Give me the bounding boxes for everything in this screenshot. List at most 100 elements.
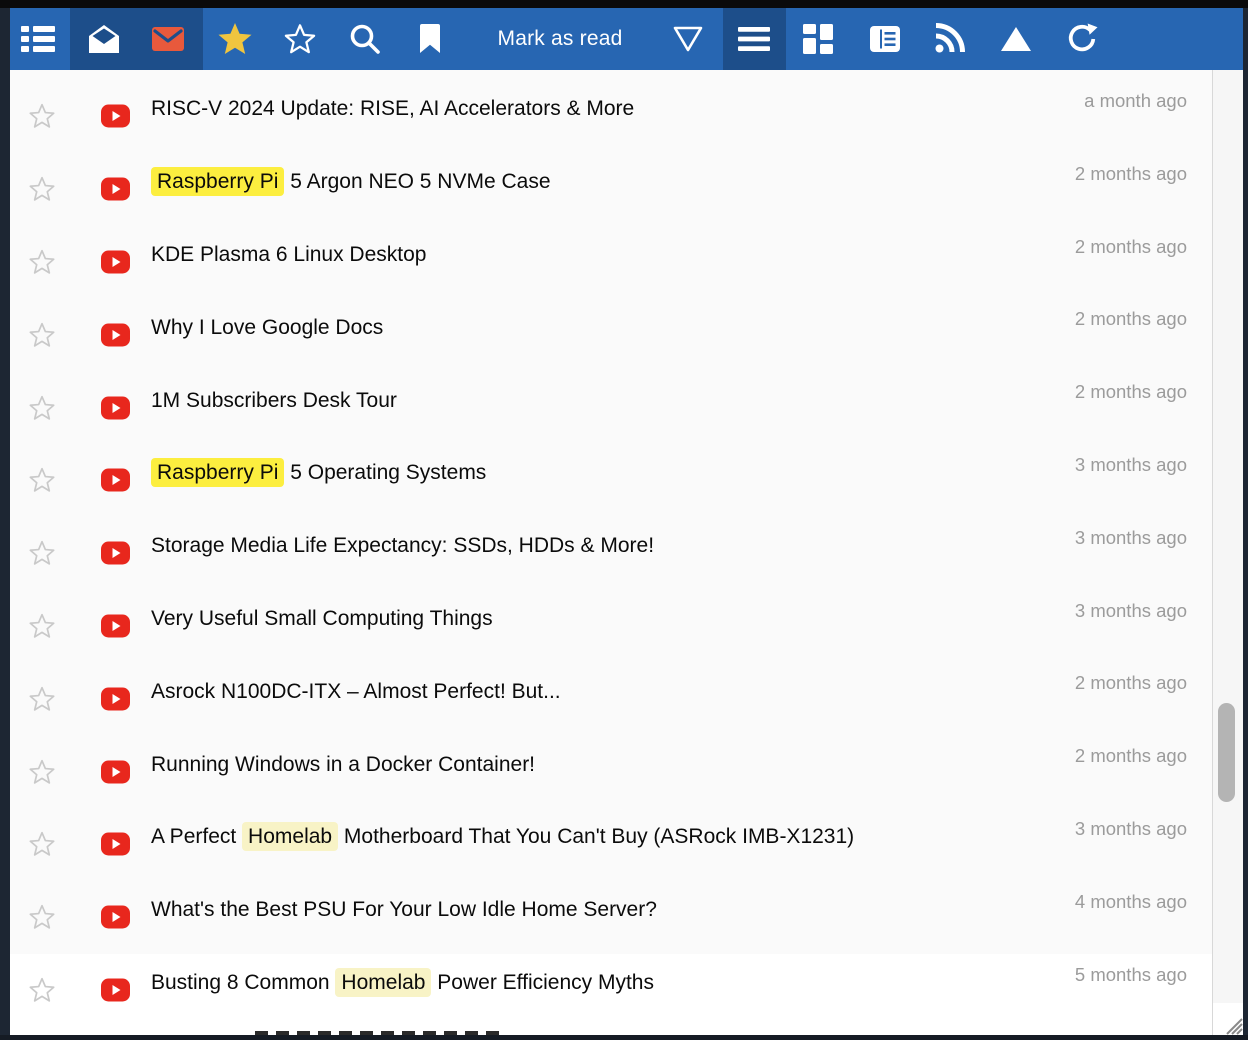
article-row[interactable]: A Perfect Homelab Motherboard That You C…: [10, 808, 1212, 881]
youtube-icon: [101, 903, 130, 932]
list-view-button[interactable]: [10, 8, 66, 70]
article-list: RISC-V 2024 Update: RISE, AI Accelerator…: [10, 70, 1212, 1026]
window-frame-top: [0, 0, 1248, 8]
article-title: Raspberry Pi 5 Argon NEO 5 NVMe Case: [151, 170, 551, 194]
youtube-icon: [101, 975, 130, 1004]
search-icon: [349, 23, 381, 55]
scrollbar-thumb[interactable]: [1218, 703, 1235, 802]
read-articles-button[interactable]: [76, 8, 132, 70]
window-frame-left: [0, 8, 10, 1040]
bookmark-button[interactable]: [402, 8, 458, 70]
youtube-icon: [101, 830, 130, 859]
layout-button[interactable]: [790, 8, 846, 70]
youtube-icon: [101, 102, 130, 131]
article-row[interactable]: Asrock N100DC-ITX – Almost Perfect! But.…: [10, 662, 1212, 735]
subscribe-button[interactable]: [921, 8, 977, 70]
article-age: 2 months ago: [1075, 308, 1187, 330]
filter-triangle-icon: [672, 25, 704, 53]
toolbar: Mark as read: [10, 8, 1243, 70]
mark-as-read-label: Mark as read: [498, 27, 623, 51]
article-title: Very Useful Small Computing Things: [151, 607, 493, 631]
hamburger-icon: [738, 27, 770, 51]
star-outline-icon[interactable]: [28, 540, 56, 567]
youtube-icon: [101, 393, 130, 422]
star-outline-icon[interactable]: [28, 103, 56, 130]
article-row[interactable]: Running Windows in a Docker Container! 2…: [10, 735, 1212, 808]
article-row[interactable]: Very Useful Small Computing Things 3 mon…: [10, 590, 1212, 663]
star-outline-icon: [283, 23, 317, 55]
youtube-icon: [101, 539, 130, 568]
star-outline-icon[interactable]: [28, 176, 56, 203]
youtube-icon: [101, 175, 130, 204]
article-age: 3 months ago: [1075, 527, 1187, 549]
menu-button[interactable]: [726, 8, 782, 70]
window-resize-grip[interactable]: [1213, 1003, 1243, 1035]
star-outline-icon[interactable]: [28, 976, 56, 1003]
article-age: 2 months ago: [1075, 745, 1187, 767]
window-frame-bottom: [0, 1035, 1248, 1040]
star-outline-icon[interactable]: [28, 758, 56, 785]
open-envelope-icon: [88, 24, 120, 54]
star-outline-icon[interactable]: [28, 467, 56, 494]
book-icon: [870, 26, 900, 52]
mark-as-read-button[interactable]: Mark as read: [472, 8, 648, 70]
resize-grip-icon: [1217, 1009, 1243, 1035]
article-row[interactable]: KDE Plasma 6 Linux Desktop 2 months ago: [10, 226, 1212, 299]
star-outline-icon[interactable]: [28, 248, 56, 275]
article-title: Asrock N100DC-ITX – Almost Perfect! But.…: [151, 680, 561, 704]
unread-articles-button[interactable]: [140, 8, 196, 70]
filter-button[interactable]: [660, 8, 716, 70]
youtube-icon: [101, 684, 130, 713]
star-outline-icon[interactable]: [28, 685, 56, 712]
article-row[interactable]: Raspberry Pi 5 Operating Systems 3 month…: [10, 444, 1212, 517]
partial-next-row[interactable]: [10, 1026, 1212, 1035]
youtube-icon: [101, 247, 130, 276]
grid-icon: [803, 24, 833, 54]
scrollbar-track[interactable]: [1213, 70, 1243, 1035]
search-button[interactable]: [337, 8, 393, 70]
article-row[interactable]: 1M Subscribers Desk Tour 2 months ago: [10, 371, 1212, 444]
article-row[interactable]: Why I Love Google Docs 2 months ago: [10, 298, 1212, 371]
article-age: 3 months ago: [1075, 818, 1187, 840]
article-title: A Perfect Homelab Motherboard That You C…: [151, 825, 854, 849]
article-title: What's the Best PSU For Your Low Idle Ho…: [151, 898, 657, 922]
article-age: 2 months ago: [1075, 672, 1187, 694]
bookmark-icon: [418, 24, 442, 54]
article-title: Busting 8 Common Homelab Power Efficienc…: [151, 971, 654, 995]
article-row[interactable]: What's the Best PSU For Your Low Idle Ho…: [10, 881, 1212, 954]
star-outline-icon[interactable]: [28, 321, 56, 348]
article-title: Running Windows in a Docker Container!: [151, 753, 535, 777]
article-age: 4 months ago: [1075, 891, 1187, 913]
article-age: 3 months ago: [1075, 454, 1187, 476]
article-age: a month ago: [1084, 90, 1187, 112]
orange-envelope-icon: [152, 27, 184, 51]
scroll-to-top-button[interactable]: [988, 8, 1044, 70]
triangle-up-icon: [1000, 26, 1032, 52]
article-title: 1M Subscribers Desk Tour: [151, 389, 397, 413]
article-title: Why I Love Google Docs: [151, 316, 383, 340]
article-row[interactable]: RISC-V 2024 Update: RISE, AI Accelerator…: [10, 80, 1212, 153]
article-row[interactable]: Storage Media Life Expectancy: SSDs, HDD…: [10, 517, 1212, 590]
star-outline-icon[interactable]: [28, 612, 56, 639]
youtube-icon: [101, 466, 130, 495]
list-icon: [21, 25, 55, 53]
unstar-button[interactable]: [272, 8, 328, 70]
reader-view-button[interactable]: [857, 8, 913, 70]
article-age: 3 months ago: [1075, 600, 1187, 622]
refresh-button[interactable]: [1054, 8, 1110, 70]
star-outline-icon[interactable]: [28, 394, 56, 421]
article-age: 2 months ago: [1075, 163, 1187, 185]
article-row[interactable]: Raspberry Pi 5 Argon NEO 5 NVMe Case 2 m…: [10, 153, 1212, 226]
article-title: Storage Media Life Expectancy: SSDs, HDD…: [151, 534, 654, 558]
star-outline-icon[interactable]: [28, 831, 56, 858]
star-outline-icon[interactable]: [28, 904, 56, 931]
rss-icon: [933, 23, 965, 55]
article-title: KDE Plasma 6 Linux Desktop: [151, 243, 426, 267]
youtube-icon: [101, 757, 130, 786]
article-title: RISC-V 2024 Update: RISE, AI Accelerator…: [151, 97, 634, 121]
starred-articles-button[interactable]: [207, 8, 263, 70]
window-frame-right: [1243, 8, 1248, 1040]
youtube-icon: [101, 611, 130, 640]
article-age: 5 months ago: [1075, 964, 1187, 986]
article-row[interactable]: Busting 8 Common Homelab Power Efficienc…: [10, 954, 1212, 1027]
